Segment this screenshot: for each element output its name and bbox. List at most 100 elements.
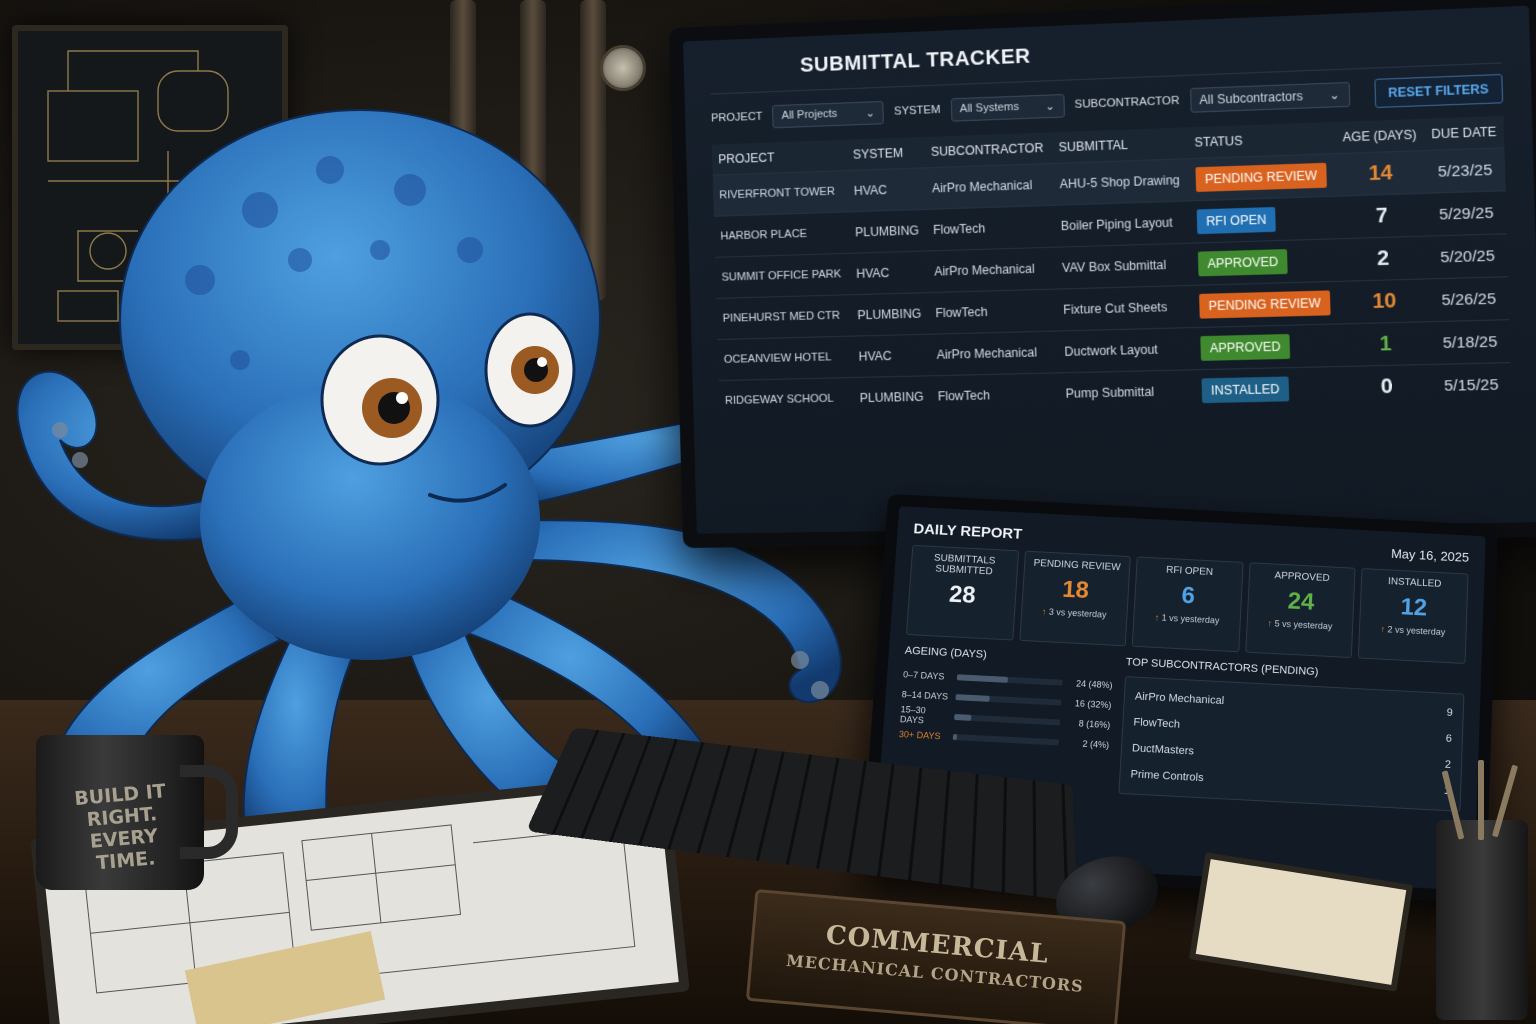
- ageing-title: AGEING (DAYS): [904, 644, 988, 661]
- due-date-cell: 5/18/25: [1429, 319, 1511, 365]
- ageing-bar-track: [956, 674, 1063, 686]
- subcontractor-name: FlowTech: [1133, 716, 1181, 731]
- kpi-delta: ↑ 3 vs yesterday: [1027, 606, 1121, 621]
- project-filter-value: All Projects: [781, 107, 838, 122]
- kpi-card[interactable]: APPROVED 24 ↑ 5 vs yesterday: [1244, 562, 1356, 659]
- project-cell: RIVERFRONT TOWER: [712, 170, 849, 217]
- column-header[interactable]: DUE DATE: [1423, 115, 1505, 151]
- submittal-tracker-screen: SUBMITTAL TRACKER PROJECT All Projects ⌄…: [683, 5, 1536, 534]
- subcontractor-cell: AirPro Mechanical: [927, 247, 1057, 293]
- chevron-down-icon: ⌄: [865, 106, 875, 120]
- subcontractor-filter-value: All Subcontractors: [1199, 88, 1304, 108]
- pressure-gauge: [600, 45, 646, 91]
- subcontractor-filter-label: SUBCONTRACTOR: [1074, 94, 1180, 111]
- status-cell: RFI OPEN: [1189, 196, 1339, 244]
- status-badge: INSTALLED: [1201, 376, 1290, 404]
- due-date-cell: 5/26/25: [1428, 276, 1510, 322]
- ageing-bar-track: [952, 733, 1060, 746]
- kpi-label: INSTALLED: [1387, 576, 1442, 590]
- submittal-cell: Pump Submittal: [1058, 369, 1196, 415]
- status-badge: APPROVED: [1197, 249, 1289, 277]
- ageing-label: 15–30 DAYS: [899, 704, 927, 726]
- chevron-down-icon: ⌄: [1045, 99, 1056, 113]
- kpi-delta-text: 2 vs yesterday: [1387, 624, 1446, 638]
- submittal-cell: Boiler Piping Layout: [1054, 200, 1191, 248]
- ageing-bar-track: [954, 714, 1061, 726]
- subcontractor-cell: FlowTech: [926, 205, 1056, 251]
- kpi-value: 28: [948, 581, 977, 609]
- project-filter-select[interactable]: All Projects ⌄: [772, 100, 885, 128]
- age-cell: 0: [1341, 364, 1432, 410]
- age-cell: 7: [1337, 193, 1427, 239]
- submittal-cell: Fixture Cut Sheets: [1056, 285, 1194, 331]
- pencil: [1478, 760, 1484, 840]
- ageing-value: 8 (16%): [1078, 718, 1111, 731]
- ageing-bar: [955, 694, 990, 702]
- column-header[interactable]: STATUS: [1187, 121, 1336, 159]
- ageing-label: 8–14 DAYS: [901, 689, 949, 702]
- project-cell: SUMMIT OFFICE PARK: [715, 253, 851, 299]
- ageing-bar: [956, 674, 1008, 683]
- ageing-value: 2 (4%): [1082, 738, 1110, 751]
- system-cell: PLUMBING: [853, 375, 933, 419]
- submittal-cell: AHU-5 Shop Drawing: [1052, 158, 1190, 206]
- ageing-bar-track: [955, 694, 1062, 706]
- status-cell: PENDING REVIEW: [1192, 281, 1341, 328]
- pending-count: 6: [1445, 732, 1453, 745]
- subcontractor-cell: FlowTech: [931, 372, 1061, 418]
- age-cell: 2: [1338, 236, 1429, 282]
- column-header[interactable]: SUBMITTAL: [1052, 127, 1189, 164]
- column-header[interactable]: PROJECT: [711, 139, 848, 176]
- status-badge: APPROVED: [1199, 333, 1291, 361]
- top-subcontractors-section: TOP SUBCONTRACTORS (PENDING) AirPro Mech…: [1118, 656, 1465, 812]
- kpi-card[interactable]: INSTALLED 12 ↑ 2 vs yesterday: [1358, 568, 1469, 665]
- ageing-value: 24 (48%): [1075, 678, 1113, 691]
- status-badge: PENDING REVIEW: [1195, 162, 1327, 192]
- report-date: May 16, 2025: [1390, 546, 1470, 565]
- kpi-delta: ↑ 1 vs yesterday: [1140, 612, 1234, 627]
- kpi-value: 18: [1061, 576, 1090, 604]
- kpi-delta: ↑ 2 vs yesterday: [1366, 623, 1460, 638]
- kpi-delta: ↑ 5 vs yesterday: [1253, 617, 1347, 632]
- due-date-cell: 5/20/25: [1426, 233, 1509, 279]
- subcontractor-cell: AirPro Mechanical: [929, 330, 1059, 376]
- submittal-cell: Ductwork Layout: [1057, 327, 1195, 373]
- column-header[interactable]: SYSTEM: [846, 136, 926, 171]
- table-body: RIVERFRONT TOWER HVAC AirPro Mechanical AHU…: [712, 147, 1512, 422]
- age-cell: 1: [1340, 321, 1431, 367]
- kpi-card[interactable]: SUBMITTALS SUBMITTED 28: [905, 544, 1019, 641]
- status-badge: RFI OPEN: [1196, 206, 1277, 235]
- ageing-value: 16 (32%): [1074, 698, 1112, 711]
- system-cell: HVAC: [847, 167, 927, 212]
- age-cell: 10: [1339, 278, 1430, 324]
- status-cell: APPROVED: [1193, 323, 1342, 370]
- column-header[interactable]: SUBCONTRACTOR: [924, 132, 1053, 168]
- system-filter-select[interactable]: All Systems ⌄: [950, 93, 1065, 122]
- reset-filters-button[interactable]: RESET FILTERS: [1373, 73, 1504, 109]
- ageing-bar: [952, 733, 958, 741]
- system-filter-label: SYSTEM: [893, 103, 941, 118]
- ageing-label: 30+ DAYS: [898, 729, 941, 742]
- kpi-value: 24: [1287, 587, 1315, 616]
- subcontractor-filter-select[interactable]: All Subcontractors ⌄: [1189, 81, 1350, 113]
- pen-cup: [1436, 760, 1528, 1020]
- due-date-cell: 5/15/25: [1430, 362, 1512, 408]
- kpi-delta-text: 1 vs yesterday: [1161, 612, 1220, 626]
- project-filter-label: PROJECT: [711, 110, 763, 125]
- subcontractor-name: AirPro Mechanical: [1134, 690, 1225, 708]
- kpi-delta-text: 5 vs yesterday: [1274, 618, 1333, 632]
- project-cell: PINEHURST MED CTR: [716, 294, 852, 340]
- kpi-label: SUBMITTALS SUBMITTED: [933, 552, 996, 578]
- subcontractor-cell: AirPro Mechanical: [925, 163, 1055, 210]
- kpi-label: APPROVED: [1274, 570, 1330, 585]
- top-subs-list: AirPro Mechanical 9 FlowTech 6 DuctMasters 2 P…: [1118, 676, 1465, 812]
- column-header[interactable]: AGE (DAYS): [1334, 118, 1425, 154]
- kpi-value: 6: [1180, 582, 1196, 610]
- subcontractor-name: DuctMasters: [1131, 742, 1195, 758]
- ageing-bar: [954, 714, 972, 721]
- kpi-card[interactable]: RFI OPEN 6 ↑ 1 vs yesterday: [1131, 556, 1244, 653]
- subcontractor-name: Prime Controls: [1130, 768, 1204, 785]
- due-date-cell: 5/29/25: [1425, 190, 1507, 237]
- project-cell: RIDGEWAY SCHOOL: [718, 377, 855, 422]
- kpi-card[interactable]: PENDING REVIEW 18 ↑ 3 vs yesterday: [1018, 550, 1132, 647]
